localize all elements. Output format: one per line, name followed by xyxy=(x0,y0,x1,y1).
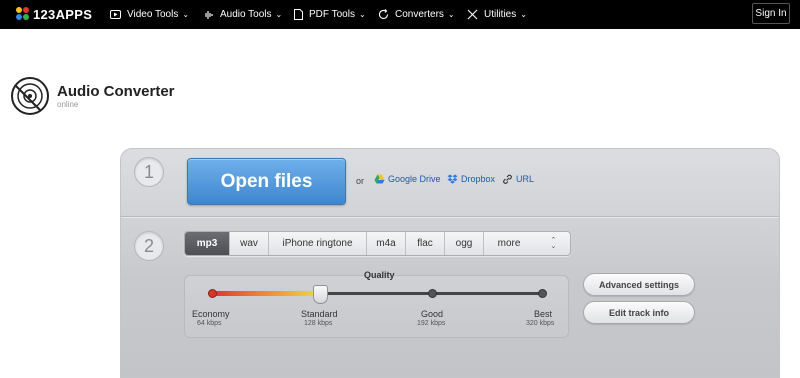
audio-converter-icon xyxy=(11,77,49,115)
chevron-down-icon: ⌄ xyxy=(520,10,527,19)
video-icon xyxy=(110,10,121,19)
format-tab-iphone-ringtone[interactable]: iPhone ringtone xyxy=(269,232,367,255)
step-1-badge: 1 xyxy=(134,157,164,187)
chevron-down-icon: ⌄ xyxy=(358,10,366,19)
quality-name-economy: Economy xyxy=(192,309,230,319)
quality-kbps-standard: 128 kbps xyxy=(304,320,333,327)
format-tab-mp3[interactable]: mp3 xyxy=(185,232,230,255)
link-icon xyxy=(503,174,512,184)
page-subtitle: online xyxy=(57,100,79,109)
document-icon xyxy=(294,9,303,20)
quality-stop-best[interactable] xyxy=(538,289,547,298)
quality-stop-economy[interactable] xyxy=(208,289,217,298)
dropbox-icon xyxy=(447,174,458,184)
format-tab-ogg[interactable]: ogg xyxy=(445,232,484,255)
open-files-button[interactable]: Open files xyxy=(187,158,346,205)
edit-track-info-button[interactable]: Edit track info xyxy=(583,301,695,324)
quality-name-good: Good xyxy=(421,309,444,319)
logo-dots-icon xyxy=(16,7,30,21)
quality-box xyxy=(184,275,569,338)
nav-label: Audio Tools xyxy=(220,9,272,20)
quality-slider-thumb[interactable] xyxy=(313,285,328,304)
format-more-label: more xyxy=(497,238,521,249)
chevron-down-icon: ⌄ xyxy=(447,10,455,19)
quality-stop-good[interactable] xyxy=(428,289,437,298)
up-down-arrow-icon: ⌃ ⌄ xyxy=(550,236,557,250)
google-drive-link[interactable]: Google Drive xyxy=(374,174,441,184)
nav-audio-tools[interactable]: Audio Tools ⌄ xyxy=(203,0,282,29)
sign-in-button[interactable]: Sign In xyxy=(752,3,790,24)
nav-utilities[interactable]: Utilities ⌄ xyxy=(467,0,527,29)
quality-kbps-good: 192 kbps xyxy=(417,320,446,327)
page-title: Audio Converter xyxy=(57,83,175,100)
url-link[interactable]: URL xyxy=(502,174,534,184)
advanced-settings-button[interactable]: Advanced settings xyxy=(583,273,695,296)
or-label: or xyxy=(356,176,365,186)
nav-converters[interactable]: Converters ⌄ xyxy=(378,0,455,29)
format-more-dropdown[interactable]: more ⌃ ⌄ xyxy=(484,232,570,255)
logo-text: 123APPS xyxy=(33,6,93,22)
quality-kbps-best: 320 kbps xyxy=(526,320,555,327)
nav-label: Video Tools xyxy=(127,9,179,20)
dropbox-link[interactable]: Dropbox xyxy=(447,174,495,184)
step-divider-highlight xyxy=(121,217,779,218)
google-drive-icon xyxy=(374,174,385,184)
google-drive-label: Google Drive xyxy=(388,174,441,184)
tools-icon xyxy=(467,9,478,20)
nav-pdf-tools[interactable]: PDF Tools ⌄ xyxy=(294,0,366,29)
format-tab-m4a[interactable]: m4a xyxy=(367,232,406,255)
chevron-down-icon: ⌄ xyxy=(182,10,190,19)
top-nav-bar: 123APPS Video Tools ⌄ Audio Tools ⌄ PDF To… xyxy=(0,0,800,29)
quality-name-standard: Standard xyxy=(301,309,338,319)
nav-video-tools[interactable]: Video Tools ⌄ xyxy=(110,0,189,29)
waveform-icon xyxy=(205,10,213,19)
url-label: URL xyxy=(516,174,535,184)
nav-label: Utilities xyxy=(484,9,517,20)
format-tab-wav[interactable]: wav xyxy=(230,232,269,255)
format-tabs: mp3 wav iPhone ringtone m4a flac ogg mor… xyxy=(184,231,571,256)
convert-icon xyxy=(378,9,389,20)
dropbox-label: Dropbox xyxy=(461,174,496,184)
step-2-badge: 2 xyxy=(134,231,164,261)
quality-label: Quality xyxy=(364,270,395,280)
quality-name-best: Best xyxy=(534,309,553,319)
nav-label: Converters xyxy=(395,9,444,20)
chevron-down-icon: ⌄ xyxy=(275,10,283,19)
app-logo[interactable]: 123APPS xyxy=(16,5,92,23)
quality-slider-fill xyxy=(212,291,320,296)
quality-kbps-economy: 64 kbps xyxy=(197,320,222,327)
nav-label: PDF Tools xyxy=(309,9,355,20)
format-tab-flac[interactable]: flac xyxy=(406,232,445,255)
